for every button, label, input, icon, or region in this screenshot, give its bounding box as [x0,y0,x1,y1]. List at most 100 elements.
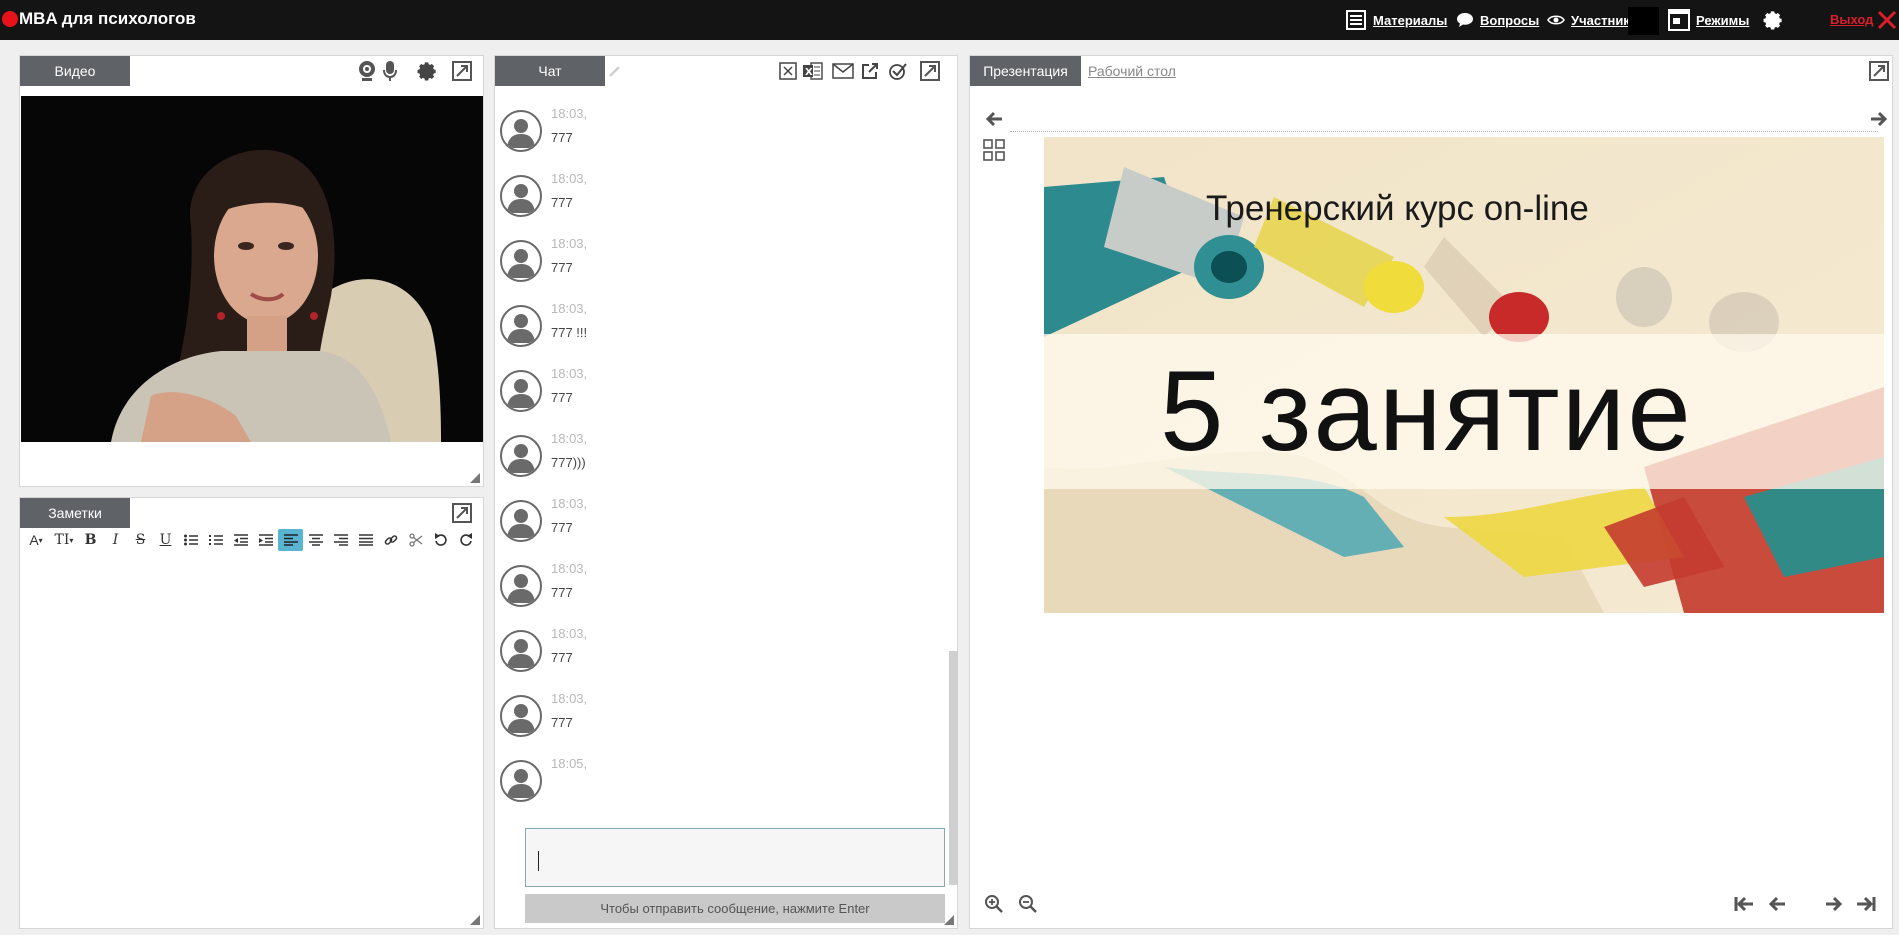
message-time: 18:03, [551,431,588,446]
excel-export-icon[interactable]: X [801,59,825,83]
font-size-button[interactable]: TI ▾ [50,529,78,551]
message-time: 18:03, [551,561,588,576]
previous-page-icon[interactable] [1765,892,1789,916]
slide-nav-divider [1010,131,1878,132]
chat-scrollbar[interactable] [949,651,958,885]
tab-desktop[interactable]: Рабочий стол [1088,63,1176,79]
message-time: 18:03, [551,366,588,381]
gear-icon[interactable] [415,59,439,83]
expand-icon[interactable] [1867,59,1891,83]
message-time: 18:03, [551,496,588,511]
message-text: 777 [551,390,573,405]
check-circle-icon[interactable] [886,59,910,83]
undo-icon[interactable] [428,529,453,551]
arrow-left-icon[interactable] [982,107,1006,131]
materials-link[interactable]: Материалы [1345,10,1447,30]
materials-label: Материалы [1373,12,1448,28]
pencil-icon[interactable] [607,59,623,83]
message-text: 777 [551,260,573,275]
avatar [500,500,542,542]
link-icon[interactable] [378,529,403,551]
email-icon[interactable] [831,59,855,83]
webcam-icon[interactable] [355,59,379,83]
participants-link[interactable]: Участники [1547,10,1638,30]
video-feed[interactable] [21,96,483,442]
chat-message-list[interactable]: 18:03, 777 18:03, 777 18:03, 777 18:03, … [495,106,957,866]
indent-icon[interactable] [253,529,278,551]
bold-label: B [84,532,97,548]
expand-icon[interactable] [450,501,474,525]
redo-icon[interactable] [453,529,478,551]
unlink-icon[interactable] [403,529,428,551]
message-text: 777 [551,715,573,730]
chat-message: 18:03, 777 [500,561,940,621]
zoom-out-icon[interactable] [1016,892,1040,916]
italic-button[interactable]: I [103,529,128,551]
tab-notes[interactable]: Заметки [20,498,130,528]
align-center-icon[interactable] [303,529,328,551]
modes-link[interactable]: Режимы [1668,9,1750,31]
presentation-slide[interactable]: Тренерский курс on-line 5 занятие [1044,137,1884,613]
strikethrough-button[interactable]: S [128,529,153,551]
message-time: 18:03, [551,691,588,706]
chat-message: 18:03, 777 !!! [500,301,940,361]
font-color-button[interactable]: A ▾ [22,529,50,551]
clear-chat-icon[interactable] [776,59,800,83]
expand-icon[interactable] [918,59,942,83]
chat-message-input[interactable] [525,828,945,887]
message-text: 777 [551,195,573,210]
align-right-icon[interactable] [328,529,353,551]
app-title: MBA для психологов [19,9,196,28]
tab-presentation[interactable]: Презентация [970,56,1081,86]
message-time: 18:03, [551,626,588,641]
bold-button[interactable]: B [78,529,103,551]
avatar [500,175,542,217]
zoom-in-icon[interactable] [982,892,1006,916]
notes-editor[interactable] [22,556,481,914]
font-color-label: A [29,532,39,548]
bullet-list-icon[interactable] [178,529,203,551]
popout-icon[interactable] [858,59,882,83]
close-icon[interactable] [1876,9,1898,31]
underline-button[interactable]: U [153,529,178,551]
slide-lesson-number: 5 занятие [1160,348,1693,475]
align-left-icon[interactable] [278,529,303,551]
arrow-right-icon[interactable] [1867,107,1891,131]
outdent-icon[interactable] [228,529,253,551]
message-text: 777 [551,650,573,665]
chat-message: 18:03, 777 [500,626,940,686]
underline-label: U [159,532,172,548]
modes-label: Режимы [1696,12,1750,28]
next-page-icon[interactable] [1822,892,1846,916]
settings-gear-icon[interactable] [1761,8,1785,32]
exit-link[interactable]: Выход [1830,12,1873,27]
presenter-video-image [21,96,483,442]
tab-chat[interactable]: Чат [495,56,605,86]
layout-window-icon [1668,9,1690,31]
message-time: 18:03, [551,106,588,121]
resize-grip-icon[interactable] [470,473,480,483]
last-page-icon[interactable] [1854,892,1878,916]
resize-grip-icon[interactable] [470,915,480,925]
avatar [500,630,542,672]
italic-label: I [112,532,119,548]
avatar [500,240,542,282]
document-list-icon [1346,10,1366,30]
chat-message: 18:03, 777))) [500,431,940,491]
avatar [500,435,542,477]
questions-label: Вопросы [1480,12,1540,28]
message-text: 777 !!! [551,325,588,340]
microphone-icon[interactable] [378,59,402,83]
notes-toolbar: A ▾ TI ▾ B I S U [22,528,481,552]
notes-panel: Заметки A ▾ TI ▾ B I S U [19,497,484,929]
align-justify-icon[interactable] [353,529,378,551]
avatar [500,565,542,607]
grid-view-icon[interactable] [982,138,1006,162]
resize-grip-icon[interactable] [944,915,954,925]
chat-message: 18:03, 777 [500,366,940,426]
tab-video[interactable]: Видео [20,56,130,86]
questions-link[interactable]: Вопросы [1456,10,1539,30]
numbered-list-icon[interactable] [203,529,228,551]
first-page-icon[interactable] [1732,892,1756,916]
expand-icon[interactable] [450,59,474,83]
